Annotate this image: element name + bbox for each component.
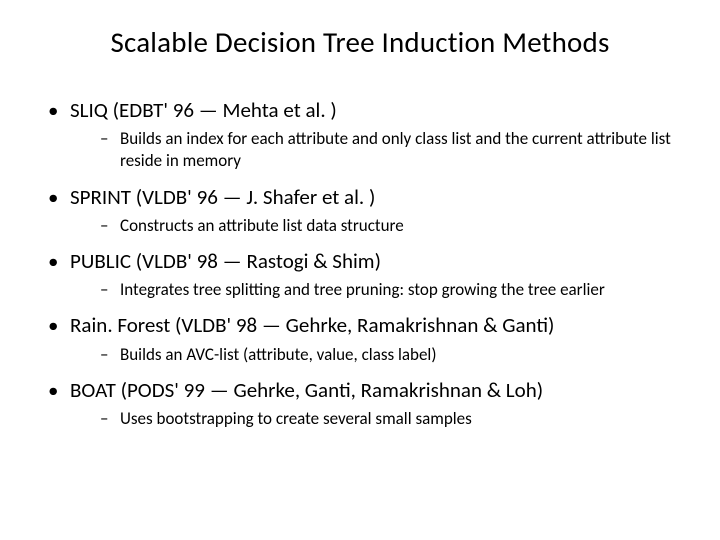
list-item: SLIQ (EDBT' 96 — Mehta et al. ) Builds a… [48,96,690,173]
sub-list: Uses bootstrapping to create several sma… [70,408,690,430]
list-item-label: Rain. Forest (VLDB' 98 — Gehrke, Ramakri… [70,312,554,338]
list-item-label: SPRINT (VLDB' 96 — J. Shafer et al. ) [70,184,375,210]
list-item-label: BOAT (PODS' 99 — Gehrke, Ganti, Ramakris… [70,377,543,403]
list-item: PUBLIC (VLDB' 98 — Rastogi & Shim) Integ… [48,247,690,301]
sub-list-item: Constructs an attribute list data struct… [100,215,690,237]
sub-list-item: Builds an index for each attribute and o… [100,128,690,172]
list-item: Rain. Forest (VLDB' 98 — Gehrke, Ramakri… [48,311,690,365]
sub-list-item: Builds an AVC-list (attribute, value, cl… [100,344,690,366]
sub-list: Builds an index for each attribute and o… [70,128,690,172]
slide: Scalable Decision Tree Induction Methods… [0,0,720,540]
sub-list-item: Uses bootstrapping to create several sma… [100,408,690,430]
sub-list: Builds an AVC-list (attribute, value, cl… [70,344,690,366]
sub-list: Constructs an attribute list data struct… [70,215,690,237]
list-item-label: PUBLIC (VLDB' 98 — Rastogi & Shim) [70,248,381,274]
sub-list: Integrates tree splitting and tree pruni… [70,279,690,301]
slide-title: Scalable Decision Tree Induction Methods [30,24,690,60]
list-item: BOAT (PODS' 99 — Gehrke, Ganti, Ramakris… [48,376,690,430]
sub-list-item: Integrates tree splitting and tree pruni… [100,279,690,301]
list-item-label: SLIQ (EDBT' 96 — Mehta et al. ) [70,97,337,123]
list-item: SPRINT (VLDB' 96 — J. Shafer et al. ) Co… [48,183,690,237]
bullet-list: SLIQ (EDBT' 96 — Mehta et al. ) Builds a… [30,96,690,430]
